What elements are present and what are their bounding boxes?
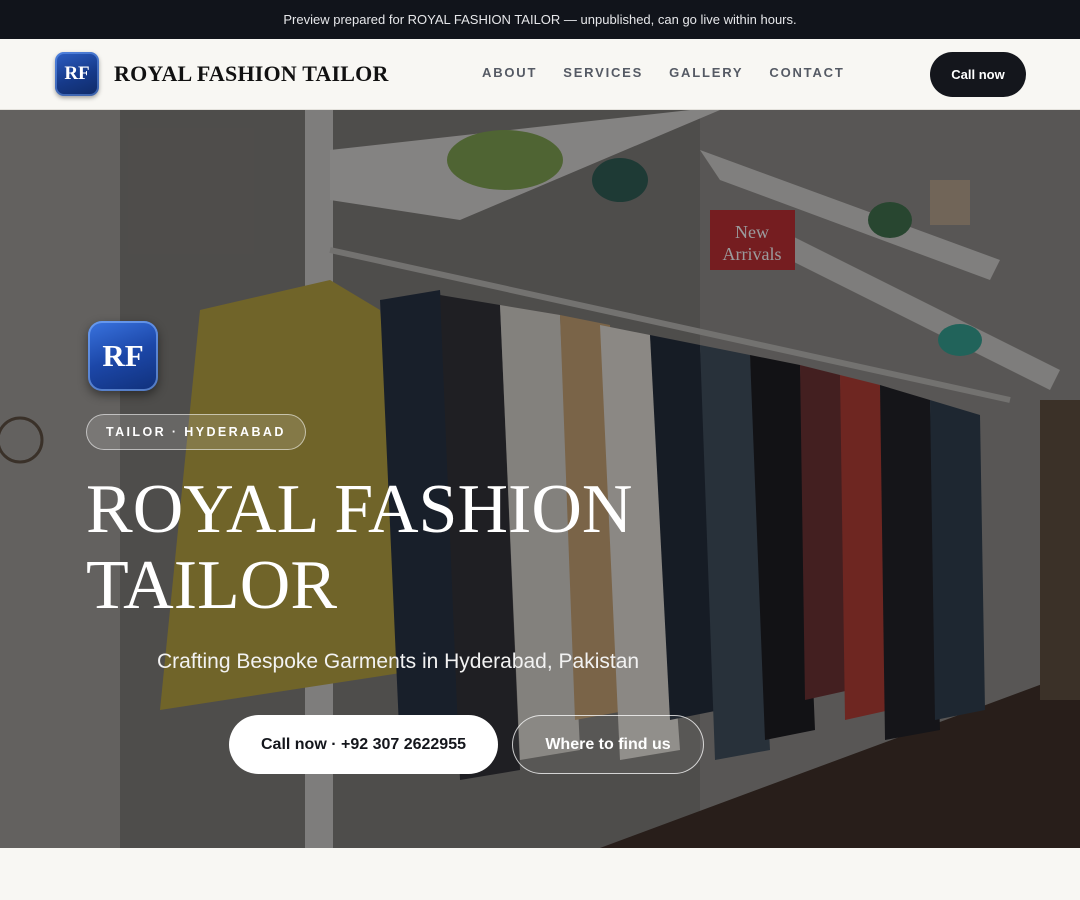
hero-logo-badge: RF (88, 321, 158, 391)
logo-badge[interactable]: RF (55, 52, 99, 96)
where-to-find-us-button[interactable]: Where to find us (512, 715, 704, 774)
nav-link-services[interactable]: SERVICES (563, 65, 643, 80)
brand-name[interactable]: ROYAL FASHION TAILOR (114, 61, 389, 87)
hero-subtitle: Crafting Bespoke Garments in Hyderabad, … (157, 650, 640, 673)
nav-link-contact[interactable]: CONTACT (769, 65, 844, 80)
hero-section: New Arrivals RF TAILOR · HYDERABAD ROYAL… (0, 110, 1080, 848)
location-tag: TAILOR · HYDERABAD (86, 414, 306, 450)
next-section (0, 848, 1080, 900)
navbar: RF ROYAL FASHION TAILOR ABOUT SERVICES G… (0, 39, 1080, 110)
nav-link-gallery[interactable]: GALLERY (669, 65, 743, 80)
logo-initials: RF (64, 63, 90, 84)
hero-title: ROYAL FASHION TAILOR (86, 471, 633, 624)
nav-link-about[interactable]: ABOUT (482, 65, 537, 80)
call-now-button[interactable]: Call now (930, 52, 1026, 97)
hero-logo-initials: RF (102, 338, 144, 373)
preview-banner: Preview prepared for ROYAL FASHION TAILO… (0, 0, 1080, 39)
call-phone-button[interactable]: Call now · +92 307 2622955 (229, 715, 498, 774)
nav-links: ABOUT SERVICES GALLERY CONTACT (482, 65, 845, 80)
preview-banner-text: Preview prepared for ROYAL FASHION TAILO… (283, 12, 797, 27)
